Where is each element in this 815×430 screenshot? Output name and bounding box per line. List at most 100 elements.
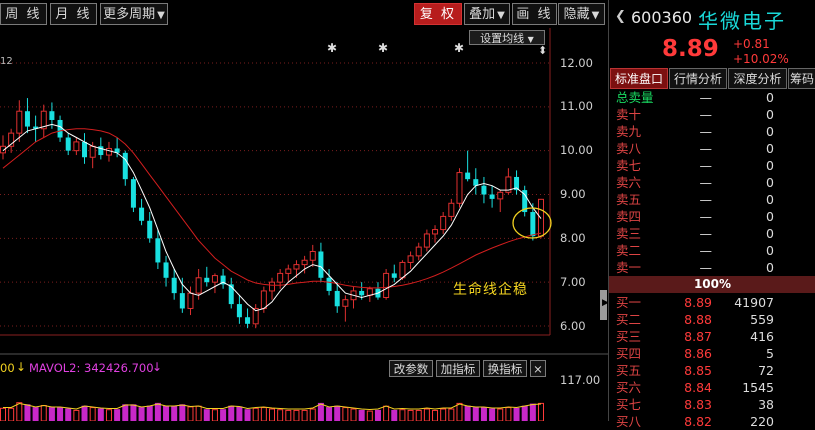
volume-bar [529, 403, 536, 421]
sell-level-volume: 0 [766, 260, 774, 275]
candle-body [105, 147, 112, 156]
chart-corner-label: 12 [0, 56, 13, 67]
price-tick: 10.00 [560, 143, 593, 157]
volume-bar [138, 407, 145, 421]
buy-level-volume: 38 [758, 397, 774, 412]
sell-level-row[interactable]: 卖八 — 0 [609, 140, 815, 157]
volume-bar [171, 405, 178, 421]
ratio-bar: 100% [609, 276, 815, 293]
volume-bar [24, 404, 31, 421]
volume-bar [195, 405, 202, 421]
volume-bar [0, 407, 6, 421]
event-star-icon[interactable]: ✱ [454, 41, 464, 55]
buy-level-volume: 1545 [742, 380, 774, 395]
volume-bar [472, 407, 479, 421]
sell-level-row[interactable]: 卖三 — 0 [609, 225, 815, 242]
chevron-down-icon: ▼ [527, 35, 534, 44]
sell-level-label: 卖九 [616, 124, 642, 139]
buy-level-row[interactable]: 买七 8.83 38 [609, 396, 815, 413]
sell-level-row[interactable]: 卖六 — 0 [609, 174, 815, 191]
volume-bar [538, 402, 544, 421]
volume-bar [415, 409, 422, 421]
candle-body [204, 277, 210, 283]
candle-body [211, 275, 218, 283]
close-indicator-button[interactable]: × [530, 360, 546, 377]
buy-level-row[interactable]: 买四 8.86 5 [609, 345, 815, 362]
volume-bar [285, 409, 292, 421]
prev-stock-icon[interactable]: ❮ [615, 9, 626, 24]
candle-body [260, 290, 267, 309]
sell-level-label: 卖七 [616, 158, 642, 173]
tab-chips[interactable]: 筹码 [788, 68, 815, 89]
price-tick: 12.00 [560, 56, 593, 70]
buy-level-row[interactable]: 买八 8.82 220 [609, 413, 815, 430]
volume-bar [211, 409, 218, 421]
candle-body [456, 172, 463, 204]
tab-depth-analysis[interactable]: 深度分析 [728, 68, 787, 89]
buy-level-row[interactable]: 买三 8.87 416 [609, 328, 815, 345]
price-tick: 11.00 [560, 99, 593, 113]
buy-level-volume: 416 [750, 329, 774, 344]
volume-bar [374, 409, 381, 421]
candle-body [334, 290, 340, 307]
buy-level-row[interactable]: 买五 8.85 72 [609, 362, 815, 379]
add-indicator-button[interactable]: 加指标 [436, 360, 480, 377]
volume-bar [391, 409, 398, 421]
sell-level-volume: 0 [766, 141, 774, 156]
buy-level-label: 买三 [616, 329, 642, 344]
candle-body [179, 293, 185, 309]
buy-level-price: 8.84 [684, 380, 712, 395]
total-sell-label: 总卖量 [616, 90, 654, 105]
stock-name: 华微电子 [698, 9, 786, 33]
buy-level-price: 8.89 [684, 295, 712, 310]
volume-bar [114, 409, 121, 421]
scroll-arrows-icon[interactable]: ⬍ [538, 44, 547, 57]
sell-level-row[interactable]: 卖四 — 0 [609, 208, 815, 225]
volume-bar [252, 407, 259, 421]
sell-level-row[interactable]: 卖九 — 0 [609, 123, 815, 140]
price-chart[interactable] [0, 0, 608, 421]
sell-level-row[interactable]: 卖五 — 0 [609, 191, 815, 208]
down-arrow-icon: ↓ [16, 360, 27, 374]
buy-level-row[interactable]: 买二 8.88 559 [609, 311, 815, 328]
modify-params-button[interactable]: 改参数 [389, 360, 433, 377]
switch-indicator-button[interactable]: 换指标 [483, 360, 527, 377]
sell-level-price: — [699, 158, 713, 173]
price-tick: 6.00 [560, 319, 586, 333]
sell-level-price: — [699, 107, 713, 122]
event-star-icon[interactable]: ✱ [378, 41, 388, 55]
price-change-pct: +10.02% [733, 52, 789, 66]
volume-bar [203, 409, 210, 421]
sell-level-row[interactable]: 卖一 — 0 [609, 259, 815, 276]
sell-level-row[interactable]: 卖十 — 0 [609, 106, 815, 123]
volume-bar [16, 402, 23, 421]
sell-level-volume: 0 [766, 226, 774, 241]
volume-bar [497, 408, 504, 421]
sell-level-volume: 0 [766, 158, 774, 173]
candle-body [65, 137, 71, 151]
volume-bar [187, 406, 194, 421]
tab-standard-orderbook[interactable]: 标准盘口 [610, 68, 668, 89]
volume-bar [366, 410, 373, 421]
ma-settings-dropdown[interactable]: 设置均线 ▼ [469, 30, 545, 45]
volume-bar [448, 408, 455, 421]
candle-body [16, 110, 23, 134]
sell-level-label: 卖二 [616, 243, 642, 258]
sell-level-row[interactable]: 卖七 — 0 [609, 157, 815, 174]
sell-level-volume: 0 [766, 124, 774, 139]
event-star-icon[interactable]: ✱ [327, 41, 337, 55]
sell-level-label: 卖一 [616, 260, 642, 275]
volume-bar [154, 402, 161, 421]
volume-bar [244, 409, 251, 421]
tab-market-analysis[interactable]: 行情分析 [669, 68, 727, 89]
sell-level-row[interactable]: 卖二 — 0 [609, 242, 815, 259]
buy-level-row[interactable]: 买六 8.84 1545 [609, 379, 815, 396]
candle-body [236, 304, 242, 318]
volume-bar [464, 405, 471, 421]
buy-level-label: 买六 [616, 380, 642, 395]
sell-level-price: — [699, 124, 713, 139]
candle-body [342, 299, 349, 307]
candle-body [195, 277, 202, 294]
candle-body [359, 290, 365, 296]
buy-level-row[interactable]: 买一 8.89 41907 [609, 294, 815, 311]
